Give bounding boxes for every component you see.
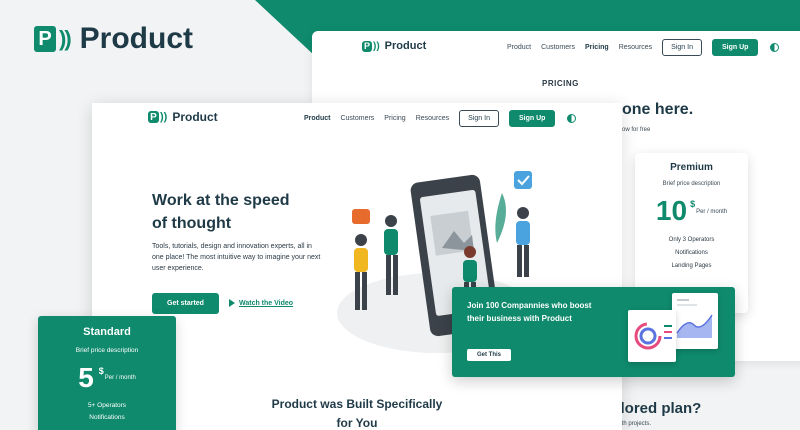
- price-amount: 5: [78, 362, 94, 393]
- price-currency: $: [98, 366, 104, 376]
- section-heading-line: for You: [336, 416, 378, 430]
- plan-price: 10 $ Per / month: [635, 195, 748, 227]
- plan-title: Standard: [83, 326, 131, 338]
- theme-toggle-icon[interactable]: [770, 43, 780, 52]
- get-this-button[interactable]: Get This: [467, 349, 512, 361]
- hero-title: Work at the speed of thought: [152, 189, 290, 235]
- nav-pricing[interactable]: Pricing: [384, 115, 405, 122]
- logo-icon: P)): [34, 26, 72, 52]
- plan-feature: Landing Pages: [671, 263, 712, 269]
- nav-resources[interactable]: Resources: [619, 44, 652, 51]
- join-banner-text: Join 100 Compannies who boost their busi…: [467, 301, 592, 323]
- brand-name: Product: [79, 22, 193, 55]
- sign-up-button[interactable]: Sign Up: [508, 110, 556, 127]
- plan-description: Brief price description: [75, 347, 139, 354]
- plan-title: Premium: [670, 162, 713, 173]
- sign-in-button[interactable]: Sign In: [662, 39, 702, 56]
- price-period: Per / month: [104, 375, 136, 381]
- pricing-page-logo: P)) Product: [362, 40, 426, 52]
- price-amount: 10: [655, 195, 688, 226]
- hero-title-line: Work at the speed: [152, 192, 290, 209]
- watch-video-label: Watch the Video: [239, 299, 294, 307]
- plan-feature: Only 3 Operators: [668, 237, 715, 243]
- section-heading: Product was Built Specifically for You: [252, 395, 462, 430]
- watch-video-link[interactable]: Watch the Video: [229, 299, 293, 307]
- price-currency: $: [690, 199, 696, 209]
- tailored-plan-headline: ailored plan?: [608, 400, 702, 417]
- brand-name: Product: [172, 110, 218, 124]
- nav-customers[interactable]: Customers: [541, 44, 575, 51]
- brand-name: Product: [384, 40, 427, 52]
- pricing-label: PRICING: [542, 79, 579, 88]
- play-icon: [229, 299, 235, 307]
- nav-customers[interactable]: Customers: [340, 115, 374, 122]
- nav-resources[interactable]: Resources: [416, 115, 449, 122]
- sign-in-button[interactable]: Sign In: [459, 110, 499, 127]
- logo-icon: P)): [362, 40, 380, 52]
- plan-feature: Notifications: [675, 250, 708, 256]
- plan-feature: Notifications: [89, 414, 125, 421]
- dashboard-thumbnail: [672, 293, 718, 349]
- plan-description: Brief price description: [662, 181, 721, 187]
- nav-product[interactable]: Product: [304, 115, 330, 122]
- hero-title-line: of thought: [152, 215, 232, 232]
- standard-plan-card: Standard Brief price description 5 $ Per…: [38, 316, 176, 430]
- nav-product[interactable]: Product: [507, 44, 531, 51]
- dashboard-thumbnail: [628, 310, 676, 362]
- home-page-nav: Product Customers Pricing Resources Sign…: [304, 110, 577, 127]
- section-heading-line: Product was Built Specifically: [271, 397, 443, 411]
- pricing-headline: one here.: [622, 101, 694, 118]
- price-period: Per / month: [696, 209, 728, 215]
- logo-icon: P)): [148, 111, 167, 123]
- home-page-logo: P)) Product: [148, 110, 218, 124]
- plan-price: 5 $ Per / month: [38, 362, 176, 394]
- theme-toggle-icon[interactable]: [567, 114, 577, 123]
- pricing-page-nav: Product Customers Pricing Resources Sign…: [507, 39, 780, 56]
- pricing-subtext: ow for free: [622, 127, 651, 133]
- get-started-button[interactable]: Get started: [152, 293, 219, 314]
- hero-description: Tools, tutorials, design and innovation …: [152, 243, 321, 272]
- plan-feature: 5+ Operators: [87, 402, 127, 409]
- sign-up-button[interactable]: Sign Up: [711, 39, 759, 56]
- brand-logo: P)) Product: [34, 22, 193, 56]
- nav-pricing[interactable]: Pricing: [585, 44, 609, 51]
